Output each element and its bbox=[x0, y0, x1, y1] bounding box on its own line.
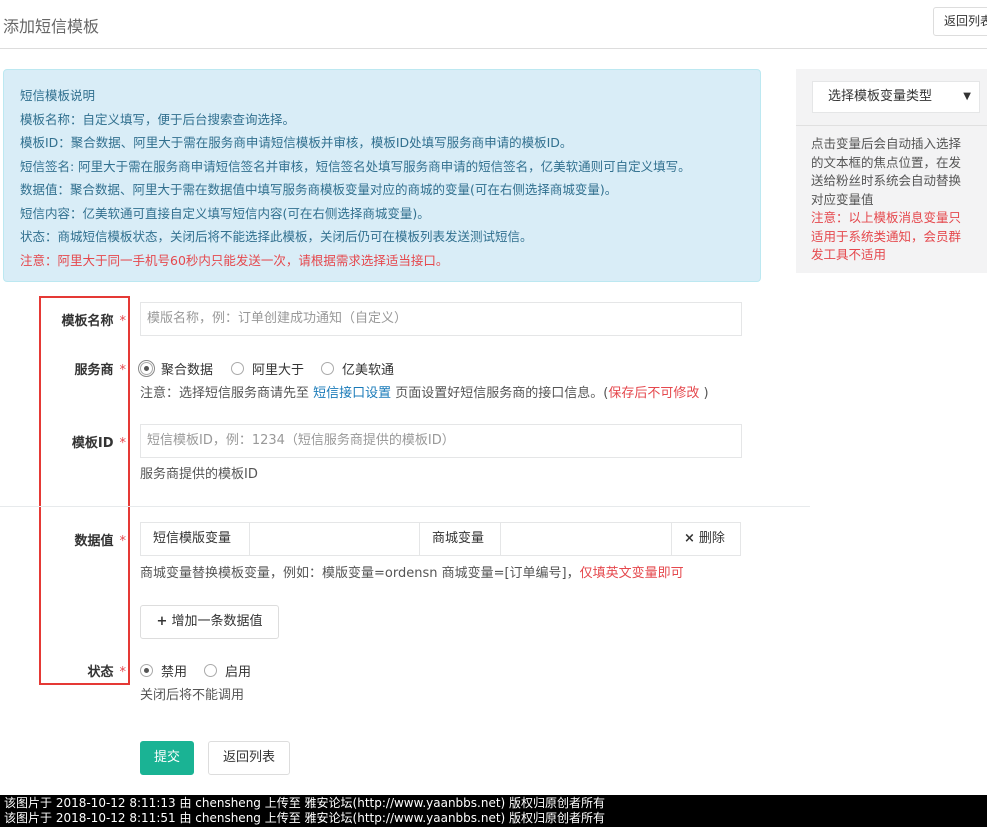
status-option-enabled[interactable]: 启用 bbox=[204, 661, 251, 680]
data-value-label: 数据值 * bbox=[74, 534, 126, 549]
instruction-line: 短信签名: 阿里大于需在服务商申请短信签名并审核，短信签名处填写服务商申请的短信… bbox=[20, 158, 691, 174]
template-name-input[interactable]: 模版名称，例：订单创建成功通知（自定义） bbox=[140, 302, 742, 336]
shop-variable-input[interactable] bbox=[501, 523, 671, 555]
data-value-row: 短信模版变量 商城变量 × 删除 bbox=[140, 522, 741, 556]
instruction-line: 数据值：聚合数据、阿里大于需在数据值中填写服务商模板变量对应的商城的变量(可在右… bbox=[20, 182, 618, 197]
variable-help-warning: 注意：以上模板消息变量只适用于系统类通知，会员群发工具不适用 bbox=[811, 210, 962, 262]
page-header: 添加短信模板 返回列表 bbox=[0, 0, 987, 49]
instruction-warning: 注意：阿里大于同一手机号60秒内只能发送一次，请根据需求选择适当接口。 bbox=[20, 252, 449, 268]
variable-help-text: 点击变量后会自动插入选择的文本框的焦点位置，在发送给粉丝时系统会自动替换对应变量… bbox=[811, 136, 962, 207]
provider-option-yimei[interactable]: 亿美软通 bbox=[321, 359, 394, 378]
section-divider bbox=[0, 506, 810, 507]
template-id-help: 服务商提供的模板ID bbox=[140, 467, 258, 482]
add-data-value-button[interactable]: + 增加一条数据值 bbox=[140, 605, 279, 639]
instruction-line: 模板名称：自定义填写，便于后台搜索查询选择。 bbox=[20, 111, 296, 127]
chevron-down-icon: ▼ bbox=[963, 91, 971, 102]
template-instructions: 短信模板说明 模板名称：自定义填写，便于后台搜索查询选择。 模板ID：聚合数据、… bbox=[3, 69, 761, 282]
labels-highlight-frame bbox=[39, 296, 130, 685]
status-option-disabled[interactable]: 禁用 bbox=[140, 661, 187, 680]
plus-icon: + bbox=[156, 614, 168, 629]
data-value-help: 商城变量替换模板变量，例如：模版变量=ordensn 商城变量=[订单编号]，仅… bbox=[140, 566, 684, 581]
instruction-line: 状态：商城短信模板状态，关闭后将不能选择此模板，关闭后仍可在模板列表发送测试短信… bbox=[20, 229, 533, 244]
template-name-label: 模板名称 * bbox=[61, 314, 126, 329]
radio-icon bbox=[204, 664, 217, 677]
upload-watermark: 该图片于 2018-10-12 8:11:13 由 chensheng 上传至 … bbox=[0, 795, 987, 827]
template-id-input[interactable]: 短信模板ID，例：1234（短信服务商提供的模板ID） bbox=[140, 424, 742, 458]
status-label: 状态 * bbox=[87, 665, 126, 680]
provider-option-juhe[interactable]: 聚合数据 bbox=[138, 359, 213, 378]
back-to-list-top-button[interactable]: 返回列表 bbox=[933, 7, 987, 36]
watermark-line: 该图片于 2018-10-12 8:11:13 由 chensheng 上传至 … bbox=[4, 796, 606, 810]
provider-help: 注意：选择短信服务商请先至 短信接口设置 页面设置好短信服务商的接口信息。(保存… bbox=[140, 386, 709, 401]
radio-icon bbox=[231, 362, 244, 375]
submit-button[interactable]: 提交 bbox=[140, 741, 194, 775]
shop-variable-addon: 商城变量 bbox=[432, 531, 485, 546]
back-to-list-button[interactable]: 返回列表 bbox=[208, 741, 290, 775]
delete-row-button[interactable]: × 删除 bbox=[684, 523, 725, 555]
instruction-line: 短信内容：亿美软通可直接自定义填写短信内容(可在右侧选择商城变量)。 bbox=[20, 205, 430, 221]
panel-divider bbox=[796, 125, 987, 126]
variable-panel: 选择模板变量类型 ▼ 点击变量后会自动插入选择的文本框的焦点位置，在发送给粉丝时… bbox=[796, 69, 987, 273]
sms-variable-input[interactable] bbox=[250, 523, 419, 555]
sms-variable-addon: 短信模版变量 bbox=[153, 531, 232, 546]
page-title: 添加短信模板 bbox=[3, 17, 100, 36]
status-help: 关闭后将不能调用 bbox=[140, 688, 245, 703]
instructions-heading: 短信模板说明 bbox=[20, 88, 96, 103]
close-icon: × bbox=[684, 531, 695, 546]
watermark-line: 该图片于 2018-10-12 8:11:51 由 chensheng 上传至 … bbox=[4, 811, 606, 825]
template-id-label: 模板ID * bbox=[71, 436, 126, 451]
sms-interface-settings-link[interactable]: 短信接口设置 bbox=[313, 386, 391, 401]
variable-type-label: 选择模板变量类型 bbox=[828, 89, 933, 104]
radio-icon bbox=[138, 360, 155, 377]
provider-label: 服务商 * bbox=[74, 363, 126, 378]
provider-option-alidayu[interactable]: 阿里大于 bbox=[231, 359, 304, 378]
radio-icon bbox=[321, 362, 334, 375]
instruction-line: 模板ID：聚合数据、阿里大于需在服务商申请短信模板并审核，模板ID处填写服务商申… bbox=[20, 135, 573, 150]
variable-panel-help: 点击变量后会自动插入选择的文本框的焦点位置，在发送给粉丝时系统会自动替换对应变量… bbox=[811, 135, 971, 265]
radio-icon bbox=[140, 664, 153, 677]
variable-type-select[interactable]: 选择模板变量类型 ▼ bbox=[812, 81, 980, 113]
